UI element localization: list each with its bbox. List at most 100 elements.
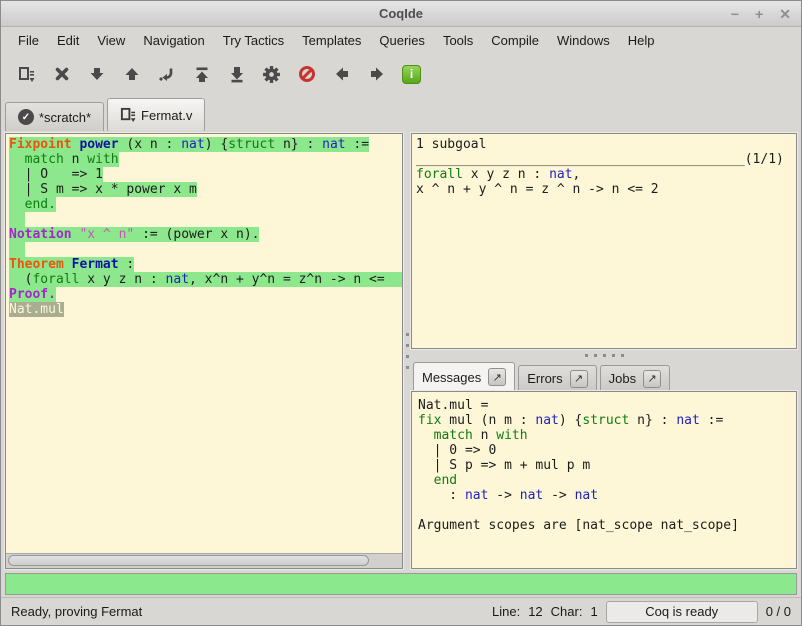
horizontal-splitter[interactable]	[411, 349, 797, 361]
document-tab-bar: ✓ *scratch* Fermat.v	[1, 95, 801, 131]
messages-tab-bar: Messages ↗ Errors ↗ Jobs ↗	[411, 361, 797, 391]
code-line: | S m => x * power x m	[9, 182, 402, 197]
save-button[interactable]	[9, 58, 44, 90]
code-line	[418, 503, 796, 518]
code-line: end.	[9, 197, 402, 212]
code-line: | S p => m + mul p m	[418, 458, 796, 473]
script-editor-panel: Fixpoint power (x n : nat) {struct n} : …	[5, 133, 403, 569]
detach-icon: ↗	[493, 371, 502, 384]
code-line: Nat.mul =	[418, 398, 796, 413]
window-controls: − + ✕	[731, 1, 791, 27]
backward-one-step-button[interactable]	[114, 58, 149, 90]
forward-one-step-button[interactable]	[79, 58, 114, 90]
toolbar: i	[1, 53, 801, 95]
tab-fermat[interactable]: Fermat.v	[107, 98, 205, 131]
go-to-end-button[interactable]	[219, 58, 254, 90]
menu-bar: File Edit View Navigation Try Tactics Te…	[1, 27, 801, 53]
fully-check-button[interactable]	[254, 58, 289, 90]
code-line: Argument scopes are [nat_scope nat_scope…	[418, 518, 796, 533]
tab-errors-label: Errors	[527, 371, 562, 386]
interrupt-button[interactable]	[289, 58, 324, 90]
restart-button[interactable]	[184, 58, 219, 90]
minimize-icon[interactable]: −	[731, 7, 739, 21]
previous-button[interactable]	[324, 58, 359, 90]
progress-bar	[5, 573, 797, 595]
vertical-splitter[interactable]	[403, 133, 411, 569]
menu-templates[interactable]: Templates	[293, 29, 370, 52]
close-icon[interactable]: ✕	[779, 7, 791, 21]
script-editor[interactable]: Fixpoint power (x n : nat) {struct n} : …	[6, 134, 402, 553]
curved-arrow-icon	[158, 66, 175, 83]
menu-compile[interactable]: Compile	[482, 29, 548, 52]
code-line: match n with	[418, 428, 796, 443]
status-right-cluster: Line: 12 Char: 1 Coq is ready 0 / 0	[492, 601, 791, 623]
arrow-up-icon	[124, 66, 140, 82]
arrow-left-icon	[334, 66, 350, 82]
code-line: 1 subgoal	[416, 137, 796, 152]
scrollbar-thumb[interactable]	[8, 555, 369, 566]
code-line: end	[418, 473, 796, 488]
code-line: Theorem Fermat :	[9, 257, 402, 272]
menu-try-tactics[interactable]: Try Tactics	[214, 29, 293, 52]
arrow-down-icon	[89, 66, 105, 82]
arrow-to-top-icon	[194, 66, 210, 83]
menu-navigation[interactable]: Navigation	[134, 29, 213, 52]
code-line: ________________________________________…	[416, 152, 796, 167]
status-message: Ready, proving Fermat	[11, 604, 142, 619]
code-line	[9, 242, 402, 257]
detach-jobs-button[interactable]: ↗	[643, 370, 661, 388]
menu-queries[interactable]: Queries	[370, 29, 434, 52]
code-line: Notation "x ^ n" := (power x n).	[9, 227, 402, 242]
code-line: match n with	[9, 152, 402, 167]
messages-panel[interactable]: Nat.mul =fix mul (n m : nat) {struct n} …	[411, 391, 797, 569]
tab-messages-label: Messages	[422, 370, 481, 385]
check-circle-icon: ✓	[18, 109, 34, 125]
window-title: CoqIde	[1, 6, 801, 21]
menu-windows[interactable]: Windows	[548, 29, 619, 52]
tab-errors[interactable]: Errors ↗	[518, 365, 596, 391]
next-button[interactable]	[359, 58, 394, 90]
arrow-right-icon	[369, 66, 385, 82]
char-label: Char:	[551, 604, 583, 619]
menu-file[interactable]: File	[9, 29, 48, 52]
editor-horizontal-scrollbar[interactable]	[6, 553, 402, 568]
tab-jobs[interactable]: Jobs ↗	[600, 365, 670, 391]
tab-fermat-label: Fermat.v	[141, 108, 192, 123]
goal-counter: 0 / 0	[766, 604, 791, 619]
tab-scratch[interactable]: ✓ *scratch*	[5, 102, 104, 131]
detach-messages-button[interactable]: ↗	[488, 368, 506, 386]
menu-edit[interactable]: Edit	[48, 29, 88, 52]
tab-scratch-label: *scratch*	[39, 110, 91, 125]
coq-state-label: Coq is ready	[645, 604, 718, 619]
right-column: 1 subgoal_______________________________…	[411, 133, 797, 569]
coq-state-button[interactable]: Coq is ready	[606, 601, 758, 623]
code-line: Nat.mul	[9, 302, 402, 317]
menu-tools[interactable]: Tools	[434, 29, 482, 52]
no-entry-icon	[299, 66, 315, 82]
document-icon	[120, 107, 136, 123]
messages-section: Messages ↗ Errors ↗ Jobs ↗ Nat.mul =fix …	[411, 361, 797, 569]
code-line: forall x y z n : nat,	[416, 167, 796, 182]
tab-jobs-label: Jobs	[609, 371, 636, 386]
title-bar[interactable]: CoqIde − + ✕	[1, 1, 801, 27]
tab-messages[interactable]: Messages ↗	[413, 362, 515, 391]
close-button[interactable]	[44, 58, 79, 90]
detach-icon: ↗	[648, 372, 657, 385]
code-line: | O => 1	[9, 167, 402, 182]
code-line	[9, 212, 402, 227]
maximize-icon[interactable]: +	[755, 7, 763, 21]
status-bar: Ready, proving Fermat Line: 12 Char: 1 C…	[1, 597, 801, 625]
close-x-icon	[54, 66, 70, 82]
detach-icon: ↗	[574, 372, 583, 385]
detach-errors-button[interactable]: ↗	[570, 370, 588, 388]
about-button[interactable]: i	[394, 58, 429, 90]
go-to-cursor-button[interactable]	[149, 58, 184, 90]
code-line: (forall x y z n : nat, x^n + y^n = z^n -…	[9, 272, 402, 287]
goals-panel[interactable]: 1 subgoal_______________________________…	[411, 133, 797, 349]
code-line: : nat -> nat -> nat	[418, 488, 796, 503]
code-line: | 0 => 0	[418, 443, 796, 458]
menu-view[interactable]: View	[88, 29, 134, 52]
info-bubble-icon: i	[402, 65, 421, 84]
menu-help[interactable]: Help	[619, 29, 664, 52]
document-save-icon	[18, 66, 35, 83]
